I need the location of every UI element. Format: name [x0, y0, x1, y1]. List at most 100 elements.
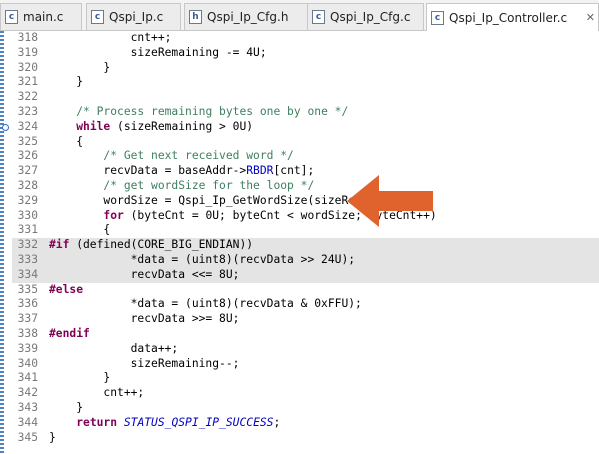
tab-main-c[interactable]: c main.c — [0, 3, 82, 30]
code-line[interactable]: 335 #else — [12, 283, 599, 298]
line-number: 343 — [17, 401, 38, 414]
line-number: 330 — [17, 208, 38, 222]
code-token: } — [49, 75, 84, 89]
line-number: 345 — [17, 430, 38, 444]
tab-label: main.c — [23, 10, 64, 24]
code-line[interactable]: 319 sizeRemaining -= 4U; — [12, 46, 599, 61]
code-line[interactable]: 342 cnt++; — [12, 386, 599, 401]
code-token: (defined(CORE_BIG_ENDIAN)) — [69, 238, 254, 252]
code-token: { — [49, 223, 111, 237]
code-token: recvData >>= 8U; — [49, 312, 240, 326]
code-token: RBDR — [246, 164, 274, 178]
code-line[interactable]: 345} — [12, 431, 599, 446]
line-number: 332 — [17, 238, 38, 252]
code-line[interactable]: 339 data++; — [12, 342, 599, 357]
code-line[interactable]: 321 } — [12, 75, 599, 90]
code-line[interactable]: 334 recvData <<= 8U; — [12, 267, 599, 283]
code-editor[interactable]: 318 cnt++; 319 sizeRemaining -= 4U; 320 } 3… — [0, 31, 599, 454]
code-token: #if — [49, 238, 70, 252]
code-token: data++; — [49, 341, 179, 355]
close-icon[interactable]: ✕ — [586, 11, 595, 24]
line-number: 319 — [17, 45, 38, 59]
code-token: cnt++; — [49, 386, 145, 400]
line-number: 329 — [17, 193, 38, 207]
line-number: 322 — [17, 90, 38, 104]
code-token: /* Get next received word */ — [103, 149, 294, 163]
code-line[interactable]: 333 *data = (uint8)(recvData >> 24U); — [12, 253, 599, 268]
code-line[interactable]: 318 cnt++; — [12, 31, 599, 46]
line-number: 320 — [17, 60, 38, 74]
line-number: 321 — [17, 75, 38, 89]
code-token: for — [103, 208, 124, 222]
c-source-file-icon: c — [431, 10, 444, 25]
c-source-file-icon: c — [5, 10, 18, 24]
code-line[interactable]: 341 } — [12, 371, 599, 386]
code-line[interactable]: 337 recvData >>= 8U; — [12, 312, 599, 327]
code-line[interactable]: 329 wordSize = Qspi_Ip_GetWordSize(sizeR… — [12, 194, 599, 209]
code-line[interactable]: 344 return STATUS_QSPI_IP_SUCCESS; — [12, 416, 599, 431]
c-header-file-icon: h — [189, 10, 202, 24]
code-line[interactable]: 336 *data = (uint8)(recvData & 0xFFU); — [12, 297, 599, 312]
code-line[interactable]: 338 #endif — [12, 327, 599, 342]
line-number: 324 — [17, 119, 38, 133]
tab-label: Qspi_Ip_Controller.c — [449, 10, 568, 25]
occurrence-marker-icon[interactable] — [2, 123, 9, 131]
code-token: recvData <<= 8U; — [49, 267, 240, 281]
line-number: 326 — [17, 149, 38, 163]
code-token: /* Process remaining bytes one by one */ — [76, 105, 349, 118]
code-token: ; — [273, 415, 281, 429]
code-token: } — [49, 401, 84, 414]
line-number: 338 — [17, 327, 38, 340]
line-number: 339 — [17, 341, 38, 355]
line-number: 344 — [17, 415, 38, 429]
code-line[interactable]: 330 for (byteCnt = 0U; byteCnt < wordSiz… — [12, 209, 599, 224]
tab-label: Qspi_Ip_Cfg.c — [330, 10, 411, 24]
arrow-left-icon — [347, 175, 433, 227]
code-line[interactable]: 328 /* get wordSize for the loop */ — [12, 179, 599, 194]
code-token: while — [76, 119, 111, 133]
code-line[interactable]: 322 — [12, 90, 599, 105]
line-number: 337 — [17, 312, 38, 326]
code-token: (sizeRemaining > 0U) — [110, 119, 254, 133]
code-token: #endif — [49, 327, 90, 340]
line-number: 331 — [17, 223, 38, 237]
line-number: 336 — [17, 297, 38, 311]
code-line[interactable]: 327 recvData = baseAddr->RBDR[cnt]; — [12, 164, 599, 179]
tab-qspi-ip-controller-c[interactable]: c Qspi_Ip_Controller.c ✕ — [426, 3, 599, 31]
code-line[interactable]: 343 } — [12, 401, 599, 416]
line-number: 342 — [17, 386, 38, 400]
code-token: sizeRemaining -= 4U; — [49, 45, 267, 59]
tab-label: Qspi_Ip_Cfg.h — [207, 10, 289, 24]
code-token: return — [76, 415, 118, 429]
code-line[interactable]: 323 /* Process remaining bytes one by on… — [12, 105, 599, 120]
c-source-file-icon: c — [312, 10, 325, 24]
code-token: } — [49, 371, 111, 385]
code-line[interactable]: 320 } — [12, 61, 599, 76]
change-ruler-strip — [0, 31, 4, 454]
line-number: 333 — [17, 253, 38, 266]
code-line[interactable]: 326 /* Get next received word */ — [12, 149, 599, 164]
editor-tab-bar: c main.c c Qspi_Ip.c h Qspi_Ip_Cfg.h c Q… — [0, 0, 599, 31]
tab-qspi-ip-c[interactable]: c Qspi_Ip.c — [86, 3, 181, 30]
code-line[interactable]: 325 { — [12, 135, 599, 150]
code-line[interactable]: 332 #if (defined(CORE_BIG_ENDIAN)) — [12, 238, 599, 253]
line-number: 327 — [17, 164, 38, 178]
code-token: } — [49, 60, 111, 74]
code-line[interactable]: 324 while (sizeRemaining > 0U) — [12, 120, 599, 135]
line-number: 334 — [17, 267, 38, 281]
code-token: /* get wordSize for the loop */ — [103, 179, 315, 192]
line-number: 335 — [17, 282, 38, 296]
code-token: cnt++; — [49, 31, 172, 44]
tab-qspi-ip-cfg-c[interactable]: c Qspi_Ip_Cfg.c — [307, 3, 424, 30]
line-number: 325 — [17, 134, 38, 148]
code-line[interactable]: 340 sizeRemaining--; — [12, 357, 599, 372]
code-token: [cnt]; — [273, 164, 315, 178]
tab-qspi-ip-cfg-h[interactable]: h Qspi_Ip_Cfg.h — [184, 3, 310, 30]
code-line[interactable]: 331 { — [12, 223, 599, 238]
line-number: 341 — [17, 371, 38, 385]
